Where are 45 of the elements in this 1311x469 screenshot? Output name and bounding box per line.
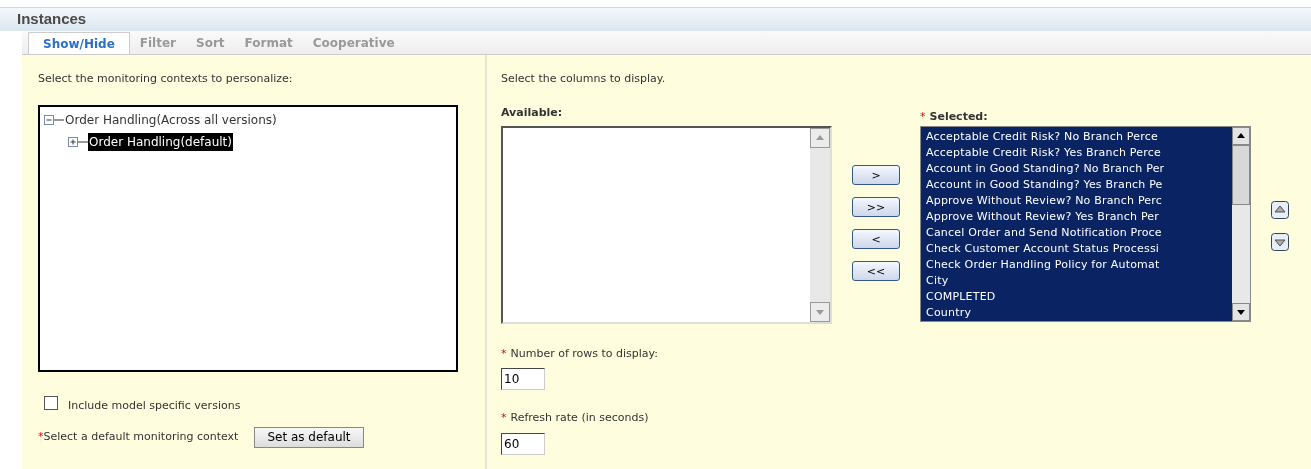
available-label: Available:	[501, 105, 564, 121]
scroll-up-icon[interactable]	[810, 127, 830, 148]
instruction-text: Select the columns to display.	[501, 71, 667, 87]
list-option[interactable]: Acceptable Credit Risk? No Branch Perce	[926, 128, 1232, 145]
selected-label: Selected:	[929, 109, 988, 125]
list-option[interactable]: Country	[926, 304, 1232, 321]
collapse-icon[interactable]	[44, 114, 64, 126]
scroll-up-icon[interactable]	[1232, 126, 1250, 145]
set-default-button[interactable]: Set as default	[254, 426, 364, 448]
list-option[interactable]: Approve Without Review? Yes Branch Per	[926, 208, 1232, 225]
move-down-icon[interactable]	[1271, 233, 1289, 251]
move-button[interactable]: >>	[852, 197, 900, 217]
rows-input[interactable]: 10	[501, 368, 545, 390]
tree-item[interactable]: Order Handling(default)	[88, 133, 233, 151]
list-option[interactable]: City	[926, 272, 1232, 289]
list-option[interactable]: Acceptable Credit Risk? Yes Branch Perce	[926, 144, 1232, 161]
checkbox-label: Include model specific versions	[68, 398, 241, 414]
checkbox[interactable]	[44, 396, 58, 411]
move-button[interactable]: <<	[852, 261, 900, 281]
required-asterisk: *	[501, 410, 507, 426]
move-button[interactable]: >	[852, 165, 900, 185]
list-option[interactable]: Approve Without Review? No Branch Perc	[926, 192, 1232, 209]
scroll-thumb[interactable]	[1232, 144, 1250, 205]
scroll-down-icon[interactable]	[1232, 302, 1250, 321]
tree-item[interactable]: Order Handling(Across all versions)	[64, 111, 278, 129]
required-asterisk: *	[501, 345, 507, 362]
move-button[interactable]: <	[852, 229, 900, 249]
required-asterisk: *	[38, 428, 44, 445]
refresh-input[interactable]: 60	[501, 432, 545, 455]
list-option[interactable]: Account in Good Standing? No Branch Per	[926, 160, 1232, 177]
list-option[interactable]: Check Order Handling Policy for Automat	[926, 256, 1232, 273]
list-option[interactable]: Cancel Order and Send Notification Proce	[926, 224, 1232, 241]
tab[interactable]: Show/Hide	[28, 32, 130, 54]
rows-label: Number of rows to display:	[510, 345, 659, 362]
default-context-label: Select a default monitoring context	[43, 428, 239, 445]
list-option[interactable]: Account in Good Standing? Yes Branch Pe	[926, 176, 1232, 193]
list-option[interactable]: COMPLETED	[926, 288, 1232, 305]
refresh-label: Refresh rate (in seconds)	[510, 410, 649, 426]
move-up-icon[interactable]	[1271, 201, 1289, 219]
list-option[interactable]: Check Customer Account Status Processi	[926, 240, 1232, 257]
required-asterisk: *	[920, 109, 926, 125]
selected-list[interactable]	[920, 125, 1251, 322]
panel-title: Instances	[17, 9, 87, 30]
instruction-text: Select the monitoring contexts to personalize:	[38, 71, 294, 87]
expand-icon[interactable]	[68, 136, 88, 148]
